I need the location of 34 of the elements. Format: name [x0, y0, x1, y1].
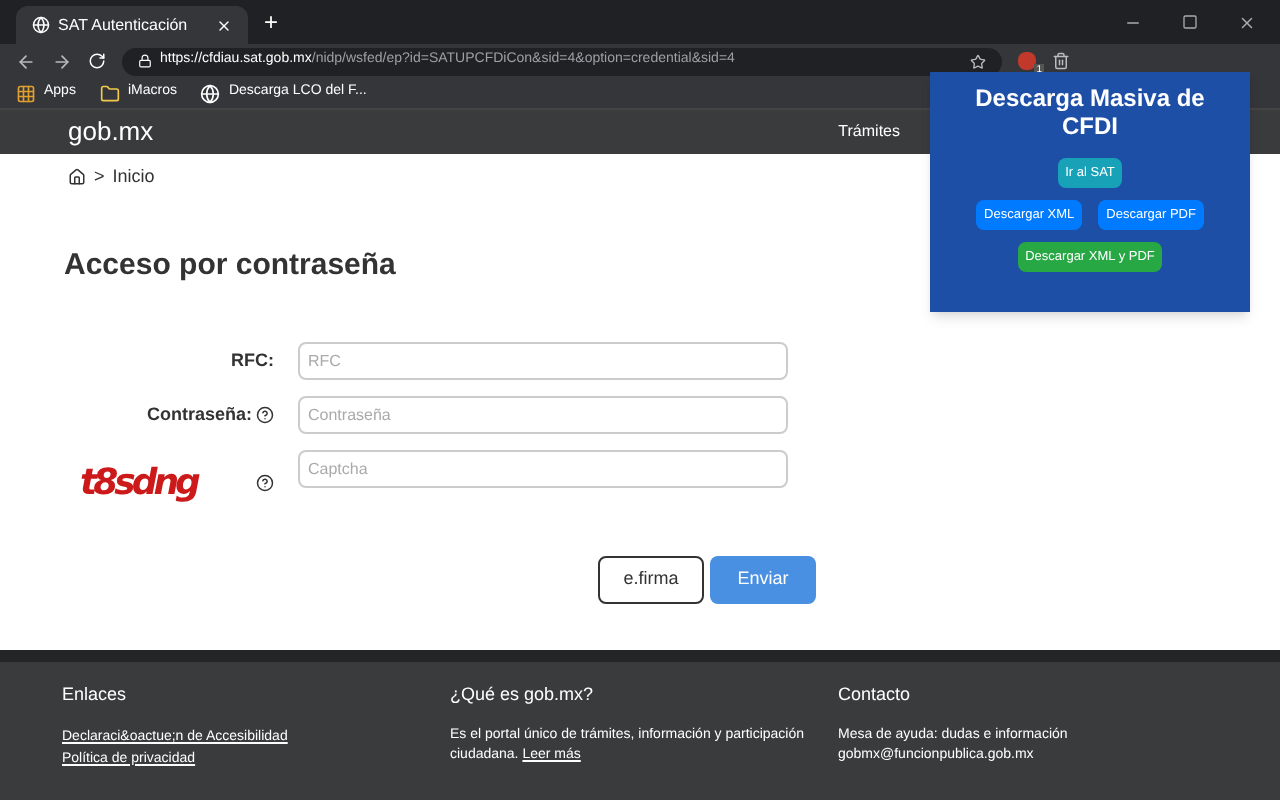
field-label: Contraseña: [146, 401, 252, 428]
new-tab-button[interactable]: + [264, 4, 279, 40]
breadcrumb-link[interactable]: Inicio [112, 164, 155, 191]
trash-icon[interactable] [1052, 52, 1070, 70]
text-field[interactable]: RFC [298, 342, 788, 380]
forward-icon[interactable] [52, 51, 72, 71]
captcha-field[interactable]: Captcha [298, 450, 788, 488]
nav-link[interactable]: Trámites [838, 120, 900, 144]
tab-title: SAT Autenticación [58, 13, 190, 37]
maximize-icon[interactable] [1182, 14, 1198, 30]
footer-heading: Contacto [838, 682, 913, 708]
footer-heading: ¿Qué es gob.mx? [450, 682, 596, 708]
reload-icon[interactable] [88, 52, 106, 70]
footer-heading: Enlaces [62, 682, 129, 708]
lock-icon [138, 54, 152, 68]
back-icon[interactable] [16, 51, 36, 71]
help-icon[interactable] [256, 406, 274, 424]
form-title: Acceso por contraseña [64, 245, 396, 285]
globe-icon [200, 83, 221, 103]
apps-icon [16, 83, 36, 103]
site-logo[interactable]: gob.mx [68, 112, 154, 152]
folder-icon [99, 83, 120, 103]
field-label: RFC: [231, 347, 274, 374]
captcha-image: t8sdng [80, 460, 197, 508]
browser-tab[interactable]: SAT Autenticación [16, 6, 248, 44]
text-field[interactable]: Contraseña [298, 396, 788, 434]
help-icon[interactable] [256, 474, 274, 492]
popup-title: Descarga Masiva de CFDI [973, 84, 1207, 140]
breadcrumb-separator: > [94, 164, 105, 190]
home-icon[interactable] [68, 168, 86, 187]
close-icon[interactable] [1238, 14, 1256, 32]
globe-icon [32, 16, 50, 34]
efirma-button[interactable]: e.firma [598, 556, 704, 604]
star-icon[interactable] [970, 53, 986, 69]
